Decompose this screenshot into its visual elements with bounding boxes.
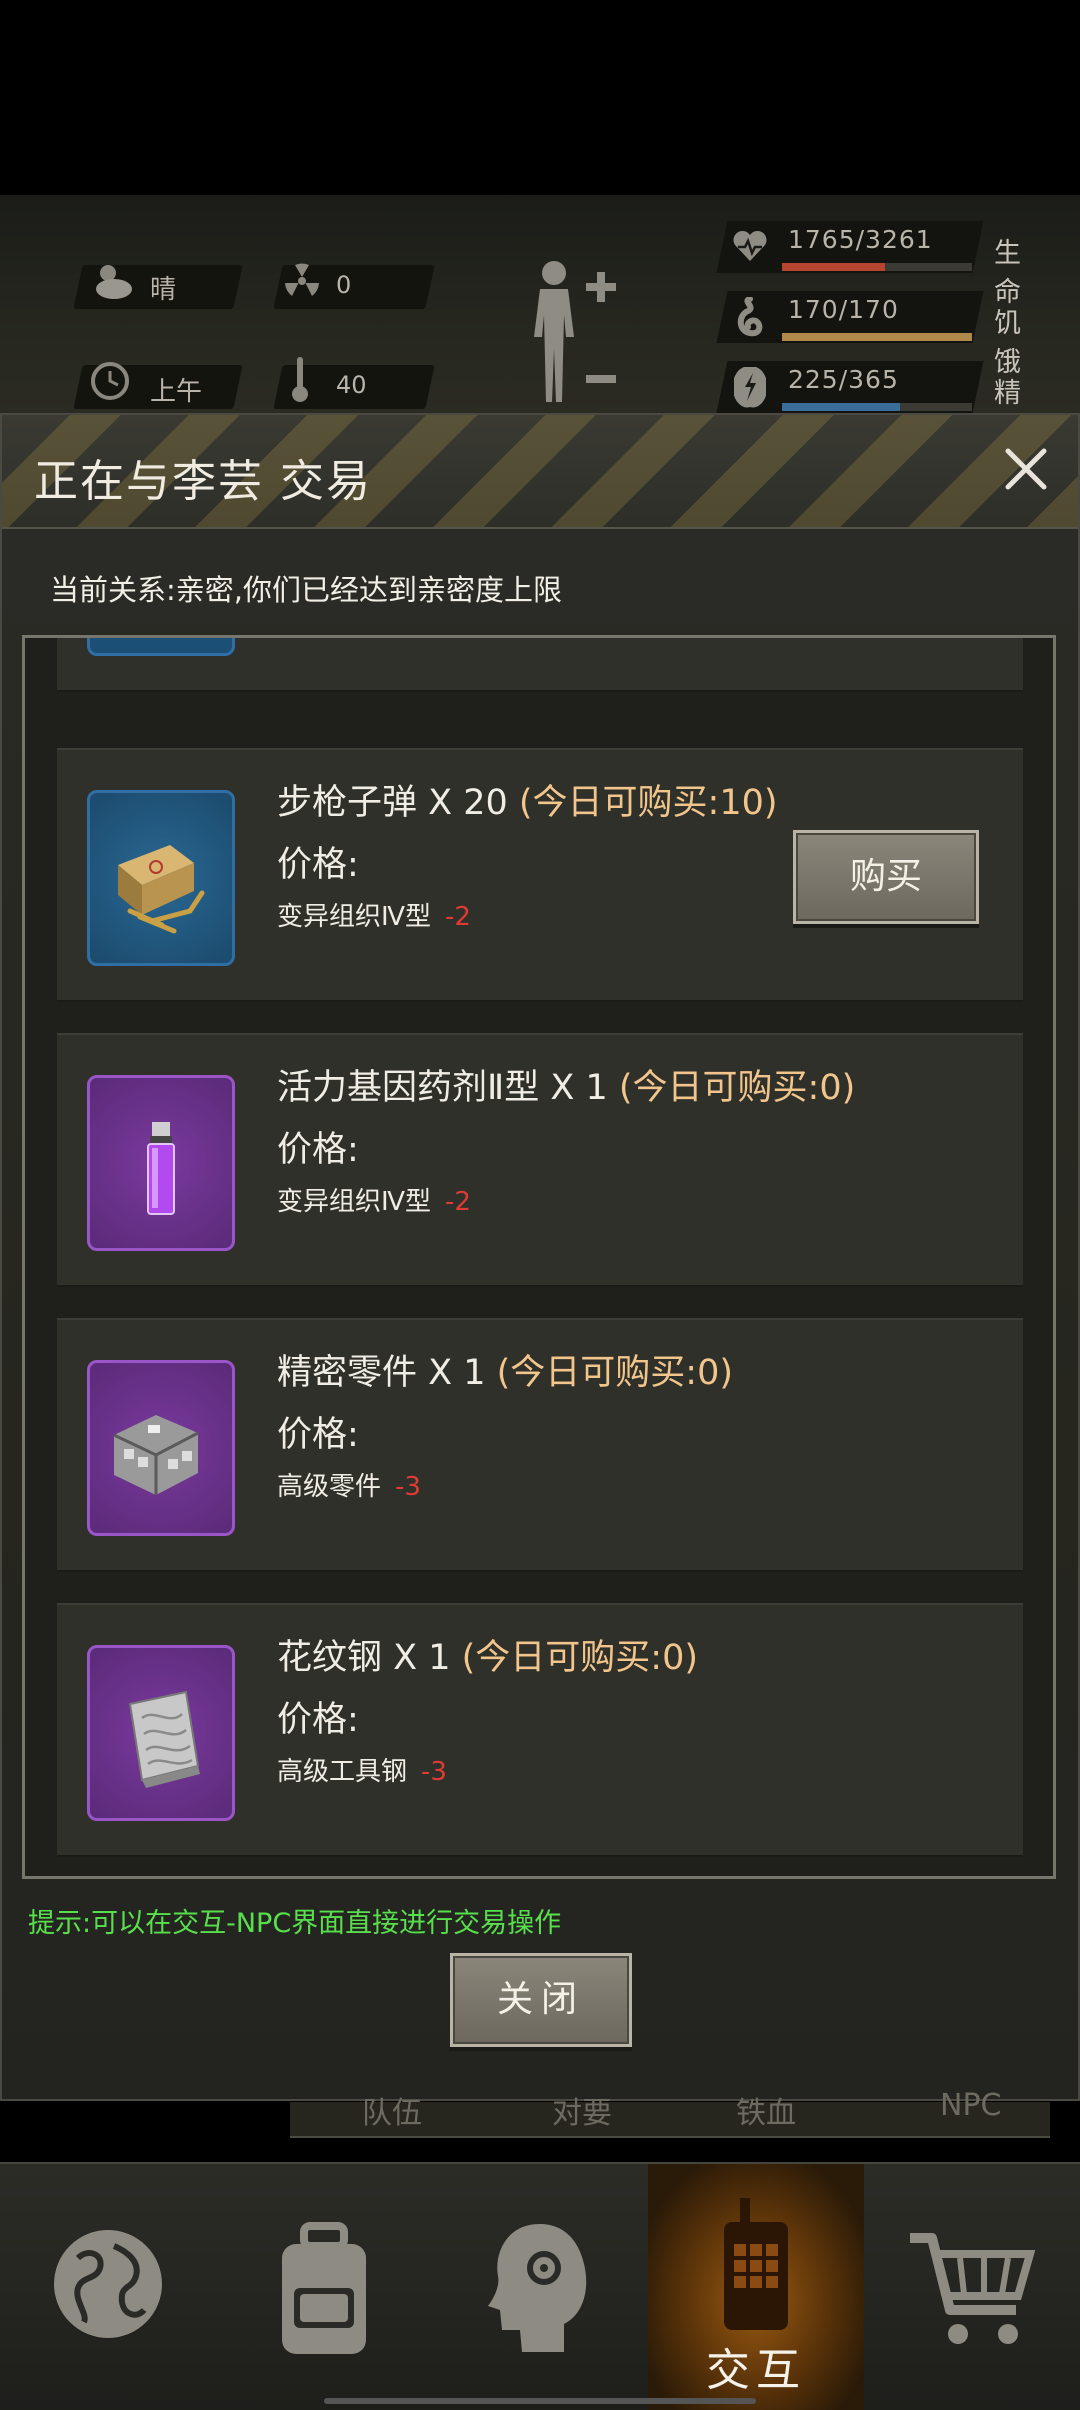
- item-name: 精密零件 X 1 (今日可购买:0): [277, 1353, 734, 1393]
- hunger-label: 饥饿: [994, 308, 1021, 378]
- tab-peek: 队伍: [362, 2096, 422, 2131]
- item-icon-box: [87, 1075, 235, 1251]
- tab-peek: 铁血: [736, 2096, 796, 2131]
- health-bar: 1765/3261 生命: [716, 221, 1021, 308]
- cart-icon: [910, 2233, 1036, 2344]
- energy-fill: [782, 403, 900, 411]
- clock-icon: [91, 362, 129, 400]
- nav-backpack[interactable]: [216, 2164, 432, 2410]
- list-item: 步枪子弹 X 20 (今日可购买:10) 价格: 变异组织Ⅳ型 -2 购买: [57, 748, 1023, 1002]
- list-item-partial: [57, 638, 1023, 692]
- body-figure-icon[interactable]: [520, 257, 620, 407]
- item-icon-box: [87, 1645, 235, 1821]
- hunger-bar: 170/170 饥饿: [716, 291, 1021, 378]
- close-icon[interactable]: [1000, 443, 1052, 495]
- price-label: 价格:: [277, 1130, 359, 1170]
- radiation-icon: [285, 263, 319, 296]
- nav-interact[interactable]: 交互: [648, 2164, 864, 2410]
- health-fill: [782, 263, 885, 271]
- hunger-fill: [782, 333, 972, 341]
- price-label: 价格:: [277, 845, 359, 885]
- item-name: 花纹钢 X 1 (今日可购买:0): [277, 1638, 699, 1678]
- price-label: 价格:: [277, 1415, 359, 1455]
- nav-skills[interactable]: [432, 2164, 648, 2410]
- item-icon-box: [87, 790, 235, 966]
- dialog-title: 正在与李芸 交易: [34, 456, 372, 507]
- walkie-talkie-icon: [724, 2198, 788, 2330]
- item-name: 步枪子弹 X 20 (今日可购买:10): [277, 783, 778, 823]
- home-indicator[interactable]: [324, 2398, 756, 2404]
- backpack-icon: [282, 2222, 366, 2354]
- price-cost: 变异组织Ⅳ型 -2: [277, 1187, 471, 1217]
- price-cost: 高级零件 -3: [277, 1472, 421, 1502]
- status-panel: 晴 0 上午 40 1765/3261 生命 170/170 饥饿 225/36…: [0, 195, 1080, 448]
- list-item: 活力基因药剂Ⅱ型 X 1 (今日可购买:0) 价格: 变异组织Ⅳ型 -2: [57, 1033, 1023, 1287]
- buy-button[interactable]: 购买: [793, 830, 979, 924]
- price-label: 价格:: [277, 1700, 359, 1740]
- ammo-box-icon: [118, 845, 205, 934]
- nav-map[interactable]: [0, 2164, 216, 2410]
- list-item: 花纹钢 X 1 (今日可购买:0) 价格: 高级工具钢 -3: [57, 1603, 1023, 1857]
- health-value: 1765/3261: [788, 225, 933, 254]
- trade-dialog: 正在与李芸 交易 当前关系:亲密,你们已经达到亲密度上限 步枪子弹 X 20 (…: [0, 413, 1080, 2101]
- price-cost: 变异组织Ⅳ型 -2: [277, 902, 471, 932]
- hunger-value: 170/170: [788, 295, 899, 324]
- vial-icon: [147, 1122, 175, 1215]
- temperature-value: 40: [336, 371, 367, 399]
- nav-shop[interactable]: [864, 2164, 1080, 2410]
- hint-text: 提示:可以在交互-NPC界面直接进行交易操作: [28, 1908, 562, 1939]
- gear-parts-icon: [113, 1415, 199, 1495]
- close-button[interactable]: 关闭: [450, 1953, 632, 2047]
- price-cost: 高级工具钢 -3: [277, 1757, 447, 1787]
- time-of-day: 上午: [150, 377, 203, 407]
- weather-text: 晴: [150, 275, 177, 305]
- underlying-tab-strip: 队伍 对要 铁血 NPC: [290, 2088, 1050, 2138]
- energy-value: 225/365: [788, 365, 899, 394]
- bottom-nav: 交互: [0, 2162, 1080, 2410]
- radiation-value: 0: [336, 271, 352, 299]
- tab-peek: NPC: [940, 2088, 1002, 2123]
- weather-icon: [96, 265, 132, 299]
- damascus-steel-icon: [128, 1690, 200, 1788]
- partial-item-icon: [87, 638, 235, 656]
- energy-icon: [734, 367, 766, 408]
- tab-peek: 对要: [552, 2096, 612, 2131]
- list-item: 精密零件 X 1 (今日可购买:0) 价格: 高级零件 -3: [57, 1318, 1023, 1572]
- stomach-icon: [737, 297, 763, 337]
- globe-icon: [54, 2230, 162, 2338]
- item-list[interactable]: 步枪子弹 X 20 (今日可购买:10) 价格: 变异组织Ⅳ型 -2 购买 活力基…: [22, 635, 1056, 1879]
- thermometer-icon: [292, 357, 308, 402]
- item-icon-box: [87, 1360, 235, 1536]
- nav-interact-label: 交互: [706, 2345, 806, 2396]
- dialog-header: 正在与李芸 交易: [2, 415, 1078, 529]
- brain-head-icon: [488, 2224, 587, 2352]
- relation-status: 当前关系:亲密,你们已经达到亲密度上限: [50, 573, 562, 607]
- energy-bar: 225/365 精力: [716, 361, 1021, 448]
- health-label: 生命: [994, 238, 1021, 308]
- item-name: 活力基因药剂Ⅱ型 X 1 (今日可购买:0): [277, 1068, 856, 1108]
- heart-icon: [733, 230, 767, 261]
